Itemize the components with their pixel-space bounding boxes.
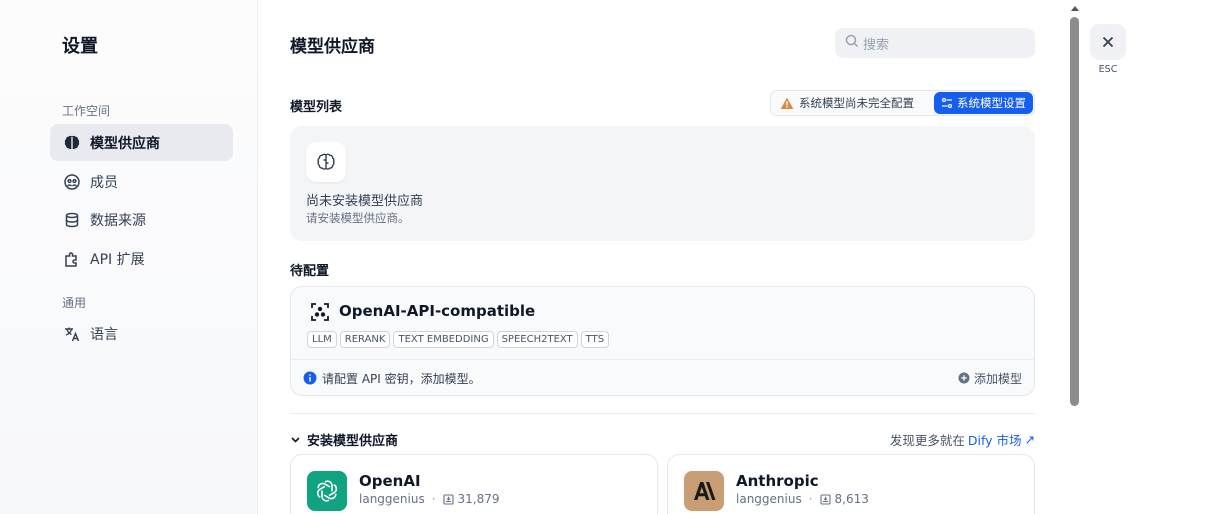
sidebar-group-general: 通用 [62, 296, 87, 310]
system-model-warning: 系统模型尚未完全配置 [771, 91, 914, 115]
config-hint: 请配置 API 密钥，添加模型。 [303, 370, 481, 387]
external-link-icon: ↗ [1024, 431, 1035, 447]
esc-hint: ESC [1098, 64, 1118, 75]
brain-icon [62, 133, 82, 153]
plus-circle-icon [958, 372, 970, 384]
provider-card-meta: langgenius · 8,613 [736, 492, 869, 506]
sidebar-item-label: 语言 [90, 326, 118, 343]
marketplace-link-text: Dify 市场 [967, 432, 1022, 448]
add-model-button[interactable]: 添加模型 [958, 370, 1022, 387]
page-title: 模型供应商 [290, 37, 375, 57]
sidebar-item-label: 模型供应商 [90, 135, 160, 152]
download-icon [442, 493, 454, 505]
empty-subtitle: 请安装模型供应商。 [306, 211, 410, 225]
database-icon [62, 210, 82, 230]
settings-sliders-icon [941, 97, 957, 109]
sidebar-item-members[interactable]: 成员 [50, 163, 233, 200]
provider-card-footer: 请配置 API 密钥，添加模型。 添加模型 [291, 359, 1034, 396]
capability-tag: SPEECH2TEXT [496, 331, 578, 348]
capability-tags: LLM RERANK TEXT EMBEDDING SPEECH2TEXT TT… [307, 331, 610, 348]
sidebar-item-data-source[interactable]: 数据来源 [50, 201, 233, 238]
close-button[interactable] [1090, 24, 1126, 60]
close-icon [1102, 36, 1114, 48]
install-section-header: 安装模型供应商 发现更多就在 Dify 市场 ↗ [290, 430, 1035, 449]
download-icon [819, 493, 831, 505]
provider-author: langgenius [359, 492, 425, 506]
sidebar-group-workspace: 工作空间 [62, 104, 111, 118]
provider-card-name: OpenAI [359, 472, 421, 490]
members-icon [62, 172, 82, 192]
sidebar-item-label: API 扩展 [90, 251, 145, 268]
sidebar-item-language[interactable]: 语言 [50, 315, 233, 352]
capability-tag: TTS [580, 331, 610, 348]
openai-compatible-icon [309, 301, 331, 323]
marketplace-link[interactable]: 发现更多就在 Dify 市场 ↗ [890, 430, 1035, 449]
provider-card-openai[interactable]: OpenAI langgenius · 31,879 [290, 454, 658, 514]
main-content: 模型供应商 搜索 模型列表 系统模型尚未完全配置 系统模型设置 尚未安装模型供应… [258, 0, 1066, 514]
settings-sidebar: 设置 工作空间 模型供应商 成员 数据来源 API 扩展 通用 语言 [0, 0, 258, 514]
info-icon [303, 371, 317, 385]
sidebar-item-label: 成员 [90, 174, 118, 191]
install-section-toggle[interactable]: 安装模型供应商 [290, 430, 398, 449]
provider-author: langgenius [736, 492, 802, 506]
install-count: 8,613 [834, 492, 869, 506]
empty-provider-panel: 尚未安装模型供应商 请安装模型供应商。 [290, 126, 1035, 241]
system-model-warning-bar: 系统模型尚未完全配置 系统模型设置 [770, 90, 1035, 116]
capability-tag: LLM [307, 331, 337, 348]
scrollbar-thumb[interactable] [1070, 17, 1079, 406]
provider-name: OpenAI-API-compatible [339, 302, 536, 320]
system-model-settings-label: 系统模型设置 [957, 96, 1026, 110]
brain-outline-icon [306, 142, 346, 182]
install-count: 31,879 [457, 492, 500, 506]
meta-separator: · [808, 492, 813, 506]
sidebar-item-api-extension[interactable]: API 扩展 [50, 240, 233, 277]
chevron-down-icon [290, 434, 301, 445]
capability-tag: RERANK [339, 331, 391, 348]
system-model-settings-button[interactable]: 系统模型设置 [934, 92, 1033, 114]
meta-separator: · [431, 492, 436, 506]
section-divider [290, 413, 1035, 414]
sidebar-item-label: 数据来源 [90, 212, 146, 229]
provider-card-meta: langgenius · 31,879 [359, 492, 500, 506]
scroll-up-arrow-icon[interactable] [1071, 6, 1079, 11]
model-list-title: 模型列表 [290, 100, 343, 115]
add-model-label: 添加模型 [973, 371, 1022, 386]
anthropic-icon [684, 471, 724, 511]
sidebar-item-model-provider[interactable]: 模型供应商 [50, 124, 233, 161]
pending-config-title: 待配置 [290, 264, 330, 279]
warning-icon [780, 97, 794, 110]
sidebar-title: 设置 [62, 36, 98, 57]
config-hint-text: 请配置 API 密钥，添加模型。 [322, 371, 481, 386]
search-input[interactable]: 搜索 [835, 28, 1035, 58]
settings-modal: 设置 工作空间 模型供应商 成员 数据来源 API 扩展 通用 语言 模型供应商… [0, 0, 1225, 514]
warning-text: 系统模型尚未完全配置 [799, 96, 914, 110]
puzzle-icon [62, 249, 82, 269]
marketplace-prefix: 发现更多就在 [889, 432, 965, 448]
empty-title: 尚未安装模型供应商 [306, 194, 424, 209]
translate-icon [62, 324, 82, 344]
provider-card-anthropic[interactable]: Anthropic langgenius · 8,613 [667, 454, 1035, 514]
provider-card-name: Anthropic [736, 472, 819, 490]
search-icon [845, 34, 863, 52]
openai-icon [307, 471, 347, 511]
pending-provider-card: OpenAI-API-compatible LLM RERANK TEXT EM… [290, 286, 1035, 396]
install-section-title: 安装模型供应商 [307, 433, 399, 449]
search-placeholder: 搜索 [863, 37, 890, 53]
capability-tag: TEXT EMBEDDING [393, 331, 494, 348]
